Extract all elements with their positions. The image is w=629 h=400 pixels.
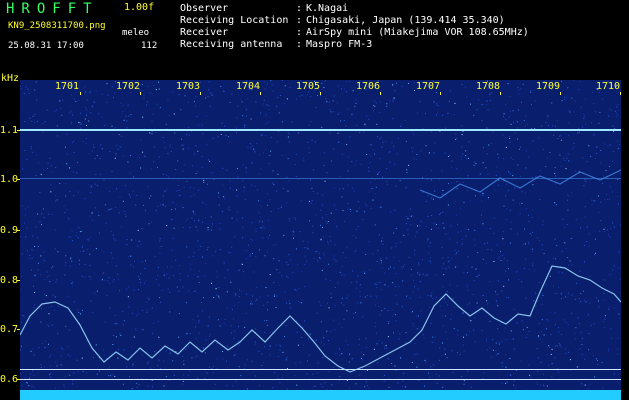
x-tick-label-1710: 1710 xyxy=(596,81,621,92)
noise-level-bar xyxy=(20,390,621,400)
x-tick xyxy=(80,92,81,95)
x-tick xyxy=(200,92,201,95)
signal-trace xyxy=(419,169,621,199)
x-tick-label-1701: 1701 xyxy=(55,81,80,92)
y-tick-label-1.1: 1.1 xyxy=(0,125,19,136)
x-tick xyxy=(500,92,501,95)
x-tick-label-1707: 1707 xyxy=(416,81,441,92)
x-tick xyxy=(440,92,441,95)
y-tick-label-0.9: 0.9 xyxy=(0,225,19,236)
x-tick-label-1702: 1702 xyxy=(116,81,141,92)
observer-separator: : xyxy=(296,3,303,14)
carrier-line xyxy=(20,129,621,131)
x-tick xyxy=(560,92,561,95)
y-tick-label-0.7: 0.7 xyxy=(0,324,19,335)
x-tick-label-1709: 1709 xyxy=(536,81,561,92)
faint-line xyxy=(20,178,621,179)
datetime-label: 25.08.31 17:00 xyxy=(8,41,84,51)
x-tick-label-1704: 1704 xyxy=(236,81,261,92)
antenna-value: Maspro FM-3 xyxy=(306,39,373,50)
y-tick-label-0.8: 0.8 xyxy=(0,275,19,286)
antenna-separator: : xyxy=(296,39,303,50)
x-tick-label-1703: 1703 xyxy=(176,81,201,92)
antenna-label: Receiving antenna xyxy=(180,39,283,50)
y-tick-label-0.6: 0.6 xyxy=(0,374,19,385)
x-tick xyxy=(320,92,321,95)
observer-label: Observer xyxy=(180,3,229,14)
observer-value: K.Nagai xyxy=(306,3,349,14)
app-logo: HROFFT xyxy=(6,1,99,17)
x-tick xyxy=(620,92,621,95)
location-value: Chigasaki, Japan (139.414 35.340) xyxy=(306,15,505,26)
version-label: 1.00f xyxy=(124,2,155,13)
x-tick xyxy=(380,92,381,95)
location-label: Receiving Location xyxy=(180,15,289,26)
receiver-value: AirSpy mini (Miakejima VOR 108.65MHz) xyxy=(306,27,529,38)
receiver-label: Receiver xyxy=(180,27,229,38)
hrofft-window: HROFFT 1.00f KN9_2508311700.png meleo 25… xyxy=(0,0,629,400)
receiver-separator: : xyxy=(296,27,303,38)
low-line xyxy=(20,369,621,370)
location-separator: : xyxy=(296,15,303,26)
x-tick xyxy=(140,92,141,95)
signal-trace xyxy=(20,301,351,373)
signal-trace xyxy=(349,265,621,373)
x-tick xyxy=(260,92,261,95)
x-tick-label-1706: 1706 xyxy=(356,81,381,92)
y-tick-label-1.0: 1.0 xyxy=(0,174,19,185)
spectrogram xyxy=(20,80,621,398)
x-tick-label-1708: 1708 xyxy=(476,81,501,92)
station-label: meleo xyxy=(122,28,150,38)
low-line xyxy=(20,379,621,380)
spectrogram-canvas xyxy=(20,80,621,398)
x-tick-label-1705: 1705 xyxy=(296,81,321,92)
frequency-unit-label: kHz xyxy=(1,73,20,84)
count-label: 112 xyxy=(141,41,158,51)
filename-label: KN9_2508311700.png xyxy=(8,21,106,31)
